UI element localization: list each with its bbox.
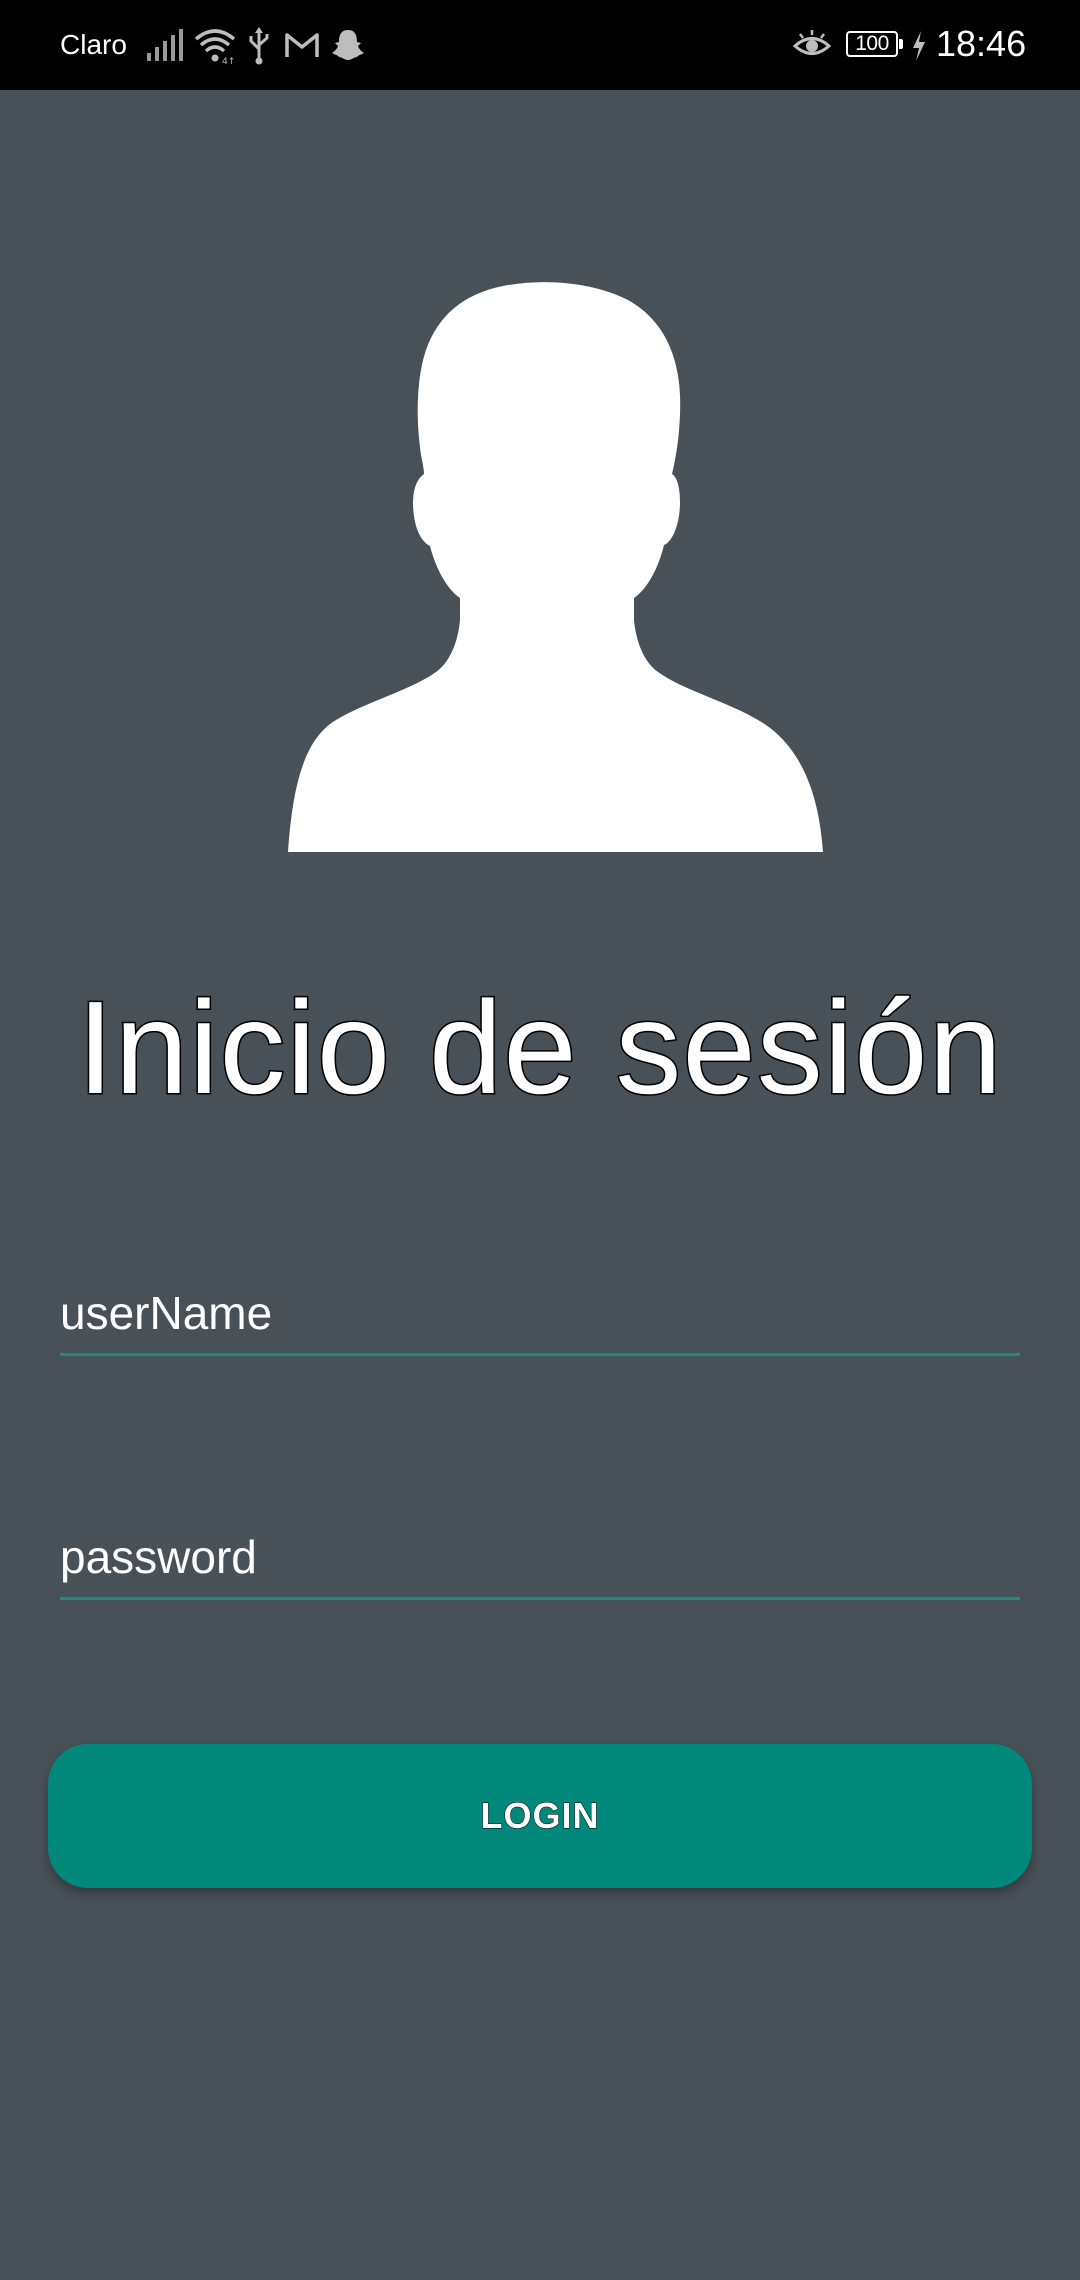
login-button[interactable]: LOGIN	[48, 1744, 1032, 1888]
snapchat-icon	[332, 30, 364, 60]
wifi-icon: 4↑	[194, 29, 235, 65]
password-field[interactable]	[60, 1520, 1020, 1600]
battery-icon: 100	[846, 31, 903, 57]
carrier-name: Claro	[60, 29, 127, 60]
password-input[interactable]	[60, 1520, 1020, 1594]
clock: 18:46	[936, 23, 1027, 64]
svg-text:4↑: 4↑	[222, 57, 235, 65]
password-underline	[60, 1597, 1020, 1600]
username-input[interactable]	[60, 1276, 1020, 1350]
usb-icon	[249, 27, 269, 65]
user-silhouette-icon	[288, 282, 823, 852]
username-underline	[60, 1353, 1020, 1356]
signal-icon	[147, 29, 183, 61]
status-bar: Claro 4↑ 100 18:46	[0, 0, 1080, 90]
gmail-icon	[285, 33, 319, 57]
page-title: Inicio de sesión	[76, 973, 1004, 1123]
username-field[interactable]	[60, 1276, 1020, 1356]
charging-bolt-icon	[913, 31, 925, 61]
eye-icon	[792, 30, 832, 55]
